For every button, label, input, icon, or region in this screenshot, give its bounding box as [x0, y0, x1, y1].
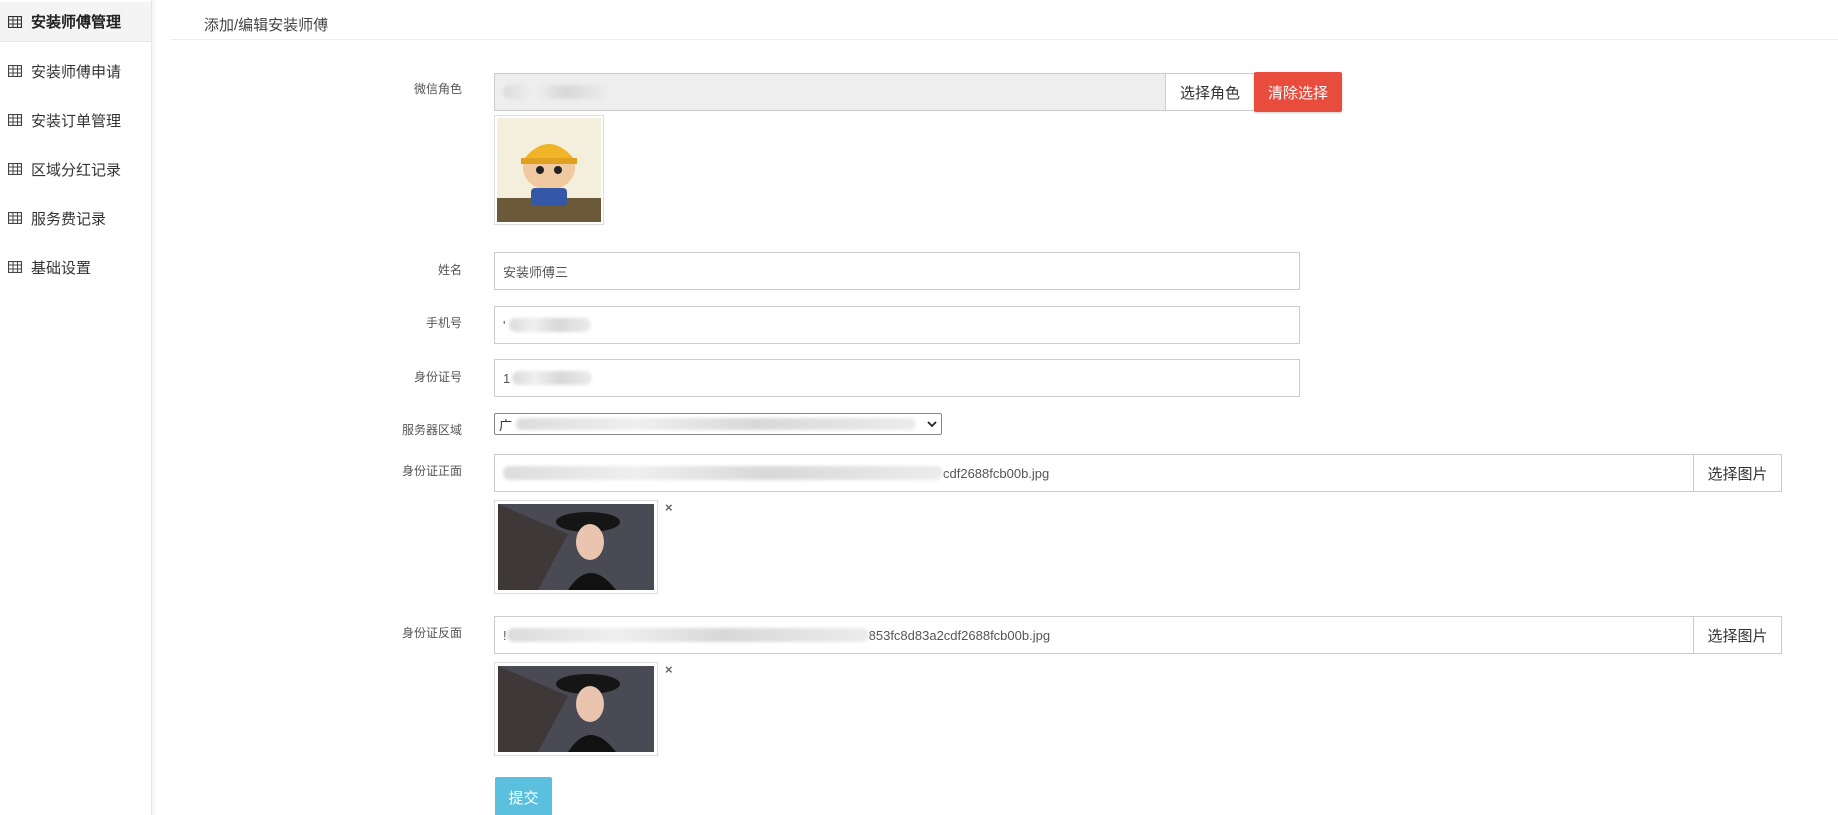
id-front-remove-icon[interactable]: × — [665, 500, 673, 515]
table-icon — [8, 163, 22, 175]
page-header: 添加/编辑安装师傅 — [170, 0, 1838, 40]
sidebar-item-label: 安装师傅申请 — [31, 63, 122, 81]
id-number-input[interactable]: 1 — [494, 359, 1300, 397]
woman-in-hat-photo-icon — [498, 504, 654, 590]
table-icon — [8, 212, 22, 224]
sidebar-item-label: 安装订单管理 — [31, 112, 122, 130]
wechat-avatar — [494, 115, 604, 225]
sidebar-item-label: 基础设置 — [31, 259, 92, 277]
sidebar-item-basic-settings[interactable]: 基础设置 — [0, 247, 151, 287]
redacted-value — [506, 628, 869, 642]
sidebar-item-label: 安装师傅管理 — [31, 14, 122, 31]
table-icon — [8, 114, 22, 126]
id-back-thumbnail — [494, 662, 658, 756]
sidebar-item-install-orders[interactable]: 安装订单管理 — [0, 100, 151, 140]
redacted-value — [509, 318, 592, 332]
service-area-value: 广 — [499, 417, 513, 433]
name-input[interactable]: 安装师傅三 — [494, 252, 1300, 290]
table-icon — [8, 65, 22, 77]
id-front-filename: cdf2688fcb00b.jpg — [943, 465, 1050, 481]
table-icon — [8, 15, 22, 28]
id-back-select-image-button[interactable]: 选择图片 — [1693, 616, 1782, 654]
redacted-value — [516, 418, 917, 430]
service-area-label: 服务器区域 — [401, 423, 462, 437]
wechat-role-label: 微信角色 — [413, 82, 462, 96]
chevron-down-icon — [927, 421, 937, 428]
sidebar-item-installer-application[interactable]: 安装师傅申请 — [0, 51, 151, 91]
sidebar-item-installer-management[interactable]: 安装师傅管理 — [0, 2, 151, 42]
sidebar-item-region-dividends[interactable]: 区域分红记录 — [0, 149, 151, 189]
name-label: 姓名 — [437, 263, 462, 277]
sidebar-item-label: 服务费记录 — [31, 210, 107, 228]
redacted-value — [503, 85, 607, 99]
redacted-value — [503, 466, 943, 480]
id-front-label: 身份证正面 — [401, 464, 462, 478]
redacted-value — [512, 371, 593, 385]
sidebar: 安装师傅管理 安装师傅申请 安装订单管理 区域分红记录 服务费记录 基础设置 — [0, 0, 152, 815]
submit-button[interactable]: 提交 — [495, 777, 552, 815]
id-number-label: 身份证号 — [413, 370, 462, 384]
woman-in-hat-photo-icon — [498, 666, 654, 752]
id-back-label: 身份证反面 — [401, 626, 462, 640]
id-front-thumbnail — [494, 500, 658, 594]
wechat-role-field — [494, 73, 1166, 111]
table-icon — [8, 261, 22, 273]
sidebar-item-service-fees[interactable]: 服务费记录 — [0, 198, 151, 238]
id-back-input[interactable]: ! 853fc8d83a2cdf2688fcb00b.jpg — [494, 616, 1694, 654]
clear-selection-button[interactable]: 清除选择 — [1254, 72, 1342, 112]
phone-value: ' — [503, 317, 506, 333]
service-area-select[interactable]: 广 — [494, 413, 942, 435]
cartoon-worker-avatar-icon — [497, 118, 601, 222]
id-back-remove-icon[interactable]: × — [665, 662, 673, 677]
id-front-select-image-button[interactable]: 选择图片 — [1693, 454, 1782, 492]
phone-label: 手机号 — [425, 316, 462, 330]
id-number-value: 1 — [503, 370, 511, 386]
page-title: 添加/编辑安装师傅 — [204, 17, 329, 34]
sidebar-item-label: 区域分红记录 — [31, 161, 122, 179]
id-front-input[interactable]: cdf2688fcb00b.jpg — [494, 454, 1694, 492]
select-role-button[interactable]: 选择角色 — [1165, 73, 1255, 111]
id-back-filename: 853fc8d83a2cdf2688fcb00b.jpg — [868, 627, 1051, 643]
phone-input[interactable]: ' — [494, 306, 1300, 344]
